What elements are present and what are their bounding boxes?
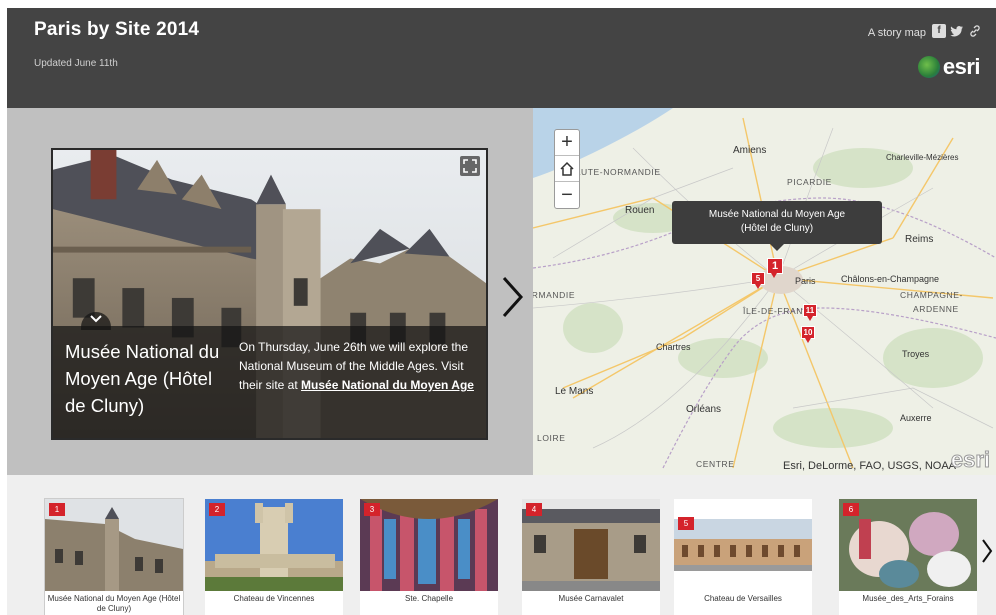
thumbnail-number: 2: [209, 503, 225, 516]
esri-watermark: esri: [950, 447, 990, 473]
facebook-icon[interactable]: f: [932, 24, 946, 38]
map-label-loire: LOIRE: [537, 433, 566, 443]
thumbnail-number: 4: [526, 503, 542, 516]
thumbnail-image: 3: [360, 499, 498, 591]
header: Paris by Site 2014 Updated June 11th A s…: [7, 8, 996, 108]
thumbnail-number: 5: [678, 517, 694, 530]
map-label-champagne: CHAMPAGNE-: [900, 290, 963, 300]
map-label-reims: Reims: [905, 234, 934, 245]
home-button[interactable]: [555, 156, 579, 182]
page-subtitle: Updated June 11th: [34, 58, 118, 69]
map-label-charleville: Charleville-Mézières: [886, 153, 959, 162]
carousel-item[interactable]: 1 Musée National du Moyen Age (Hôtel de …: [45, 499, 183, 615]
zoom-out-button[interactable]: −: [555, 182, 579, 208]
carousel-item[interactable]: 5 Chateau de Versailles: [674, 499, 812, 615]
thumbnail-image: 6: [839, 499, 977, 591]
thumbnail-image: 5: [674, 499, 812, 591]
plus-icon: +: [561, 131, 573, 153]
thumbnail-label: Ste. Chapelle: [404, 594, 454, 603]
map-zoom-control: + −: [554, 129, 580, 209]
carousel-item[interactable]: 3 Ste. Chapelle: [360, 499, 498, 615]
zoom-in-button[interactable]: +: [555, 130, 579, 156]
thumbnail-label: Musée Carnavalet: [558, 594, 624, 603]
site-description: On Thursday, June 26th we will explore t…: [239, 338, 481, 395]
thumbnail-image: 4: [522, 499, 660, 591]
map-label-rouen: Rouen: [625, 205, 655, 216]
thumbnail-number: 3: [364, 503, 380, 516]
thumbnail-image: 1: [45, 499, 183, 591]
map-label-picardie: PICARDIE: [787, 177, 832, 187]
globe-icon: [917, 56, 940, 78]
map-label-amiens: Amiens: [733, 145, 767, 156]
media-frame: Musée National du Moyen Age (Hôtel de Cl…: [51, 148, 488, 440]
map-pin[interactable]: 1: [767, 258, 783, 278]
esri-logo-text: esri: [942, 54, 981, 79]
minus-icon: −: [561, 183, 573, 206]
media-panel: Musée National du Moyen Age (Hôtel de Cl…: [7, 108, 533, 475]
link-icon[interactable]: [968, 24, 982, 38]
esri-logo: esri: [917, 54, 981, 80]
map-label-paris: Paris: [795, 276, 816, 286]
map[interactable]: HAUTE-NORMANDIE PICARDIE Rouen Amiens Ch…: [533, 108, 996, 475]
map-pin[interactable]: 11: [803, 304, 817, 321]
tooltip-title: Musée National du Moyen Age: [708, 209, 846, 220]
carousel-next-button[interactable]: [980, 537, 994, 565]
site-link[interactable]: Musée National du Moyen Age: [301, 378, 474, 392]
map-label-chartres: Chartres: [656, 342, 691, 352]
thumbnail-number: 6: [843, 503, 859, 516]
twitter-icon[interactable]: [950, 24, 964, 38]
map-label-auxerre: Auxerre: [900, 413, 932, 423]
map-label-haute-normandie: HAUTE-NORMANDIE: [568, 167, 661, 177]
site-name: Musée National du Moyen Age (Hôtel de Cl…: [65, 341, 220, 416]
thumbnail-label: Musée National du Moyen Age (Hôtel de Cl…: [47, 594, 181, 613]
caption-panel: Musée National du Moyen Age (Hôtel de Cl…: [53, 312, 486, 438]
carousel-item[interactable]: 4 Musée Carnavalet: [522, 499, 660, 615]
map-label-ardenne: ARDENNE: [913, 304, 959, 314]
map-label-chalons: Châlons-en-Champagne: [841, 274, 940, 284]
story-map-link[interactable]: A story map: [868, 27, 926, 39]
site-carousel: 1 Musée National du Moyen Age (Hôtel de …: [7, 475, 996, 615]
map-attribution: Esri, DeLorme, FAO, USGS, NOAA: [783, 460, 956, 472]
map-label-orleans: Orléans: [686, 404, 722, 415]
map-label-basse-normandie: BASSE-NORMANDIE: [533, 290, 576, 300]
map-label-centre: CENTRE: [696, 459, 735, 469]
home-icon: [560, 161, 574, 176]
thumbnail-number: 1: [49, 503, 65, 516]
chevron-right-icon: [502, 276, 524, 318]
tooltip-subtitle: (Hôtel de Cluny): [740, 223, 814, 234]
next-site-button[interactable]: [497, 274, 527, 320]
map-pin[interactable]: 10: [801, 326, 815, 343]
carousel-item[interactable]: 2 Chateau de Vincennes: [205, 499, 343, 615]
map-label-troyes: Troyes: [902, 349, 930, 359]
page-title: Paris by Site 2014: [34, 19, 200, 40]
thumbnail-label: Chateau de Versailles: [704, 594, 782, 603]
chevron-down-icon: [90, 315, 102, 323]
map-pin[interactable]: 5: [751, 272, 765, 289]
expand-icon: [463, 159, 477, 173]
carousel-item[interactable]: 6 Musée_des_Arts_Forains: [839, 499, 977, 615]
chevron-right-icon: [982, 539, 993, 563]
map-label-le-mans: Le Mans: [555, 386, 594, 397]
map-tooltip: Musée National du Moyen Age (Hôtel de Cl…: [672, 201, 882, 251]
expand-button[interactable]: [460, 156, 480, 176]
thumbnail-label: Chateau de Vincennes: [233, 594, 315, 603]
thumbnail-label: Musée_des_Arts_Forains: [862, 594, 954, 603]
thumbnail-image: 2: [205, 499, 343, 591]
